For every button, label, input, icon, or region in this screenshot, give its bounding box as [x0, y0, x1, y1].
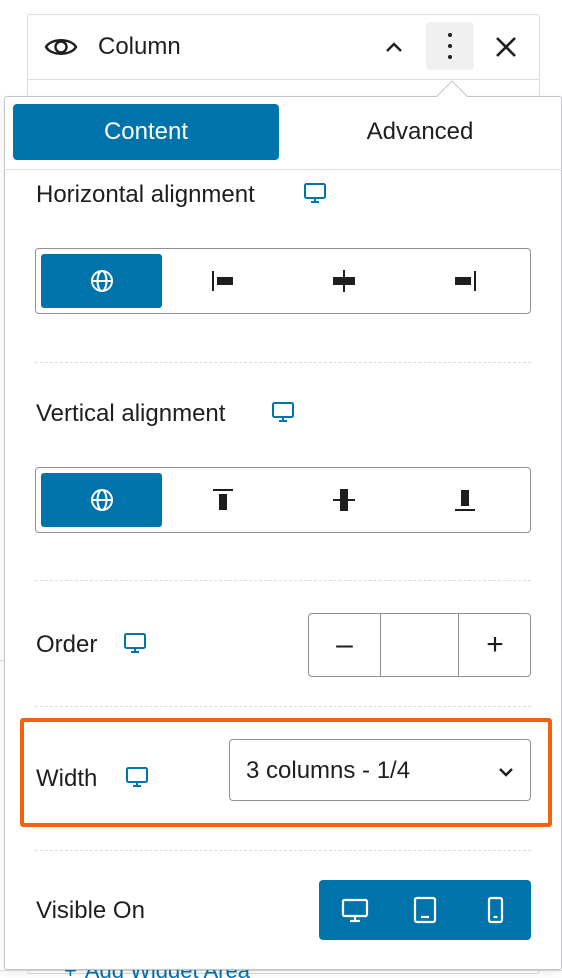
vertical-alignment-label: Vertical alignment	[36, 400, 226, 427]
horizontal-align-left-button[interactable]	[162, 254, 283, 308]
section-divider	[35, 580, 531, 581]
desktop-icon[interactable]	[339, 894, 371, 926]
chevron-up-icon[interactable]	[383, 36, 405, 58]
more-vertical-icon	[448, 33, 452, 37]
align-right-icon	[454, 271, 476, 291]
tab-advanced[interactable]: Advanced	[284, 104, 556, 160]
monitor-icon[interactable]	[302, 180, 328, 206]
width-label: Width	[36, 765, 98, 792]
monitor-icon[interactable]	[122, 630, 148, 656]
order-increment-button[interactable]: +	[459, 614, 531, 676]
horizontal-align-right-button[interactable]	[404, 254, 525, 308]
monitor-icon[interactable]	[124, 764, 150, 790]
align-left-icon	[211, 271, 233, 291]
vertical-align-top-button[interactable]	[162, 473, 283, 527]
more-vertical-icon-dot	[448, 44, 452, 48]
align-center-icon	[332, 270, 355, 292]
tab-content[interactable]: Content	[13, 104, 279, 160]
horizontal-alignment-control	[35, 248, 531, 314]
globe-icon	[90, 270, 113, 292]
section-divider	[35, 850, 531, 851]
horizontal-align-inherit-button[interactable]	[41, 254, 162, 308]
more-vertical-icon-dot	[448, 55, 452, 59]
monitor-icon[interactable]	[270, 399, 296, 425]
globe-icon	[90, 489, 113, 511]
settings-popover	[4, 96, 562, 970]
visible-on-label: Visible On	[36, 897, 145, 924]
tablet-icon[interactable]	[409, 894, 441, 926]
close-icon[interactable]	[493, 34, 519, 60]
vertical-align-middle-button[interactable]	[283, 473, 404, 527]
block-title: Column	[98, 33, 181, 60]
tab-bar: Content Advanced	[4, 96, 562, 170]
visible-on-devices	[319, 880, 531, 940]
order-label: Order	[36, 631, 98, 658]
vertical-alignment-control	[35, 467, 531, 533]
order-stepper: – +	[308, 613, 531, 677]
section-divider	[35, 706, 531, 707]
align-bottom-icon	[454, 490, 475, 511]
align-top-icon	[212, 489, 233, 510]
vertical-align-inherit-button[interactable]	[41, 473, 162, 527]
order-input[interactable]	[381, 614, 459, 676]
vertical-align-bottom-button[interactable]	[404, 473, 525, 527]
mobile-icon[interactable]	[479, 894, 511, 926]
width-select[interactable]: 3 columns - 1/4	[229, 739, 531, 801]
order-decrement-button[interactable]: –	[309, 614, 381, 676]
section-divider	[35, 362, 531, 363]
width-select-value: 3 columns - 1/4	[246, 757, 411, 784]
horizontal-alignment-label: Horizontal alignment	[36, 181, 255, 208]
block-header: Column	[27, 14, 540, 80]
eye-icon[interactable]	[44, 34, 78, 60]
more-options-button[interactable]	[426, 22, 474, 70]
align-middle-icon	[332, 489, 355, 511]
horizontal-align-center-button[interactable]	[283, 254, 404, 308]
chevron-down-icon	[499, 768, 513, 777]
